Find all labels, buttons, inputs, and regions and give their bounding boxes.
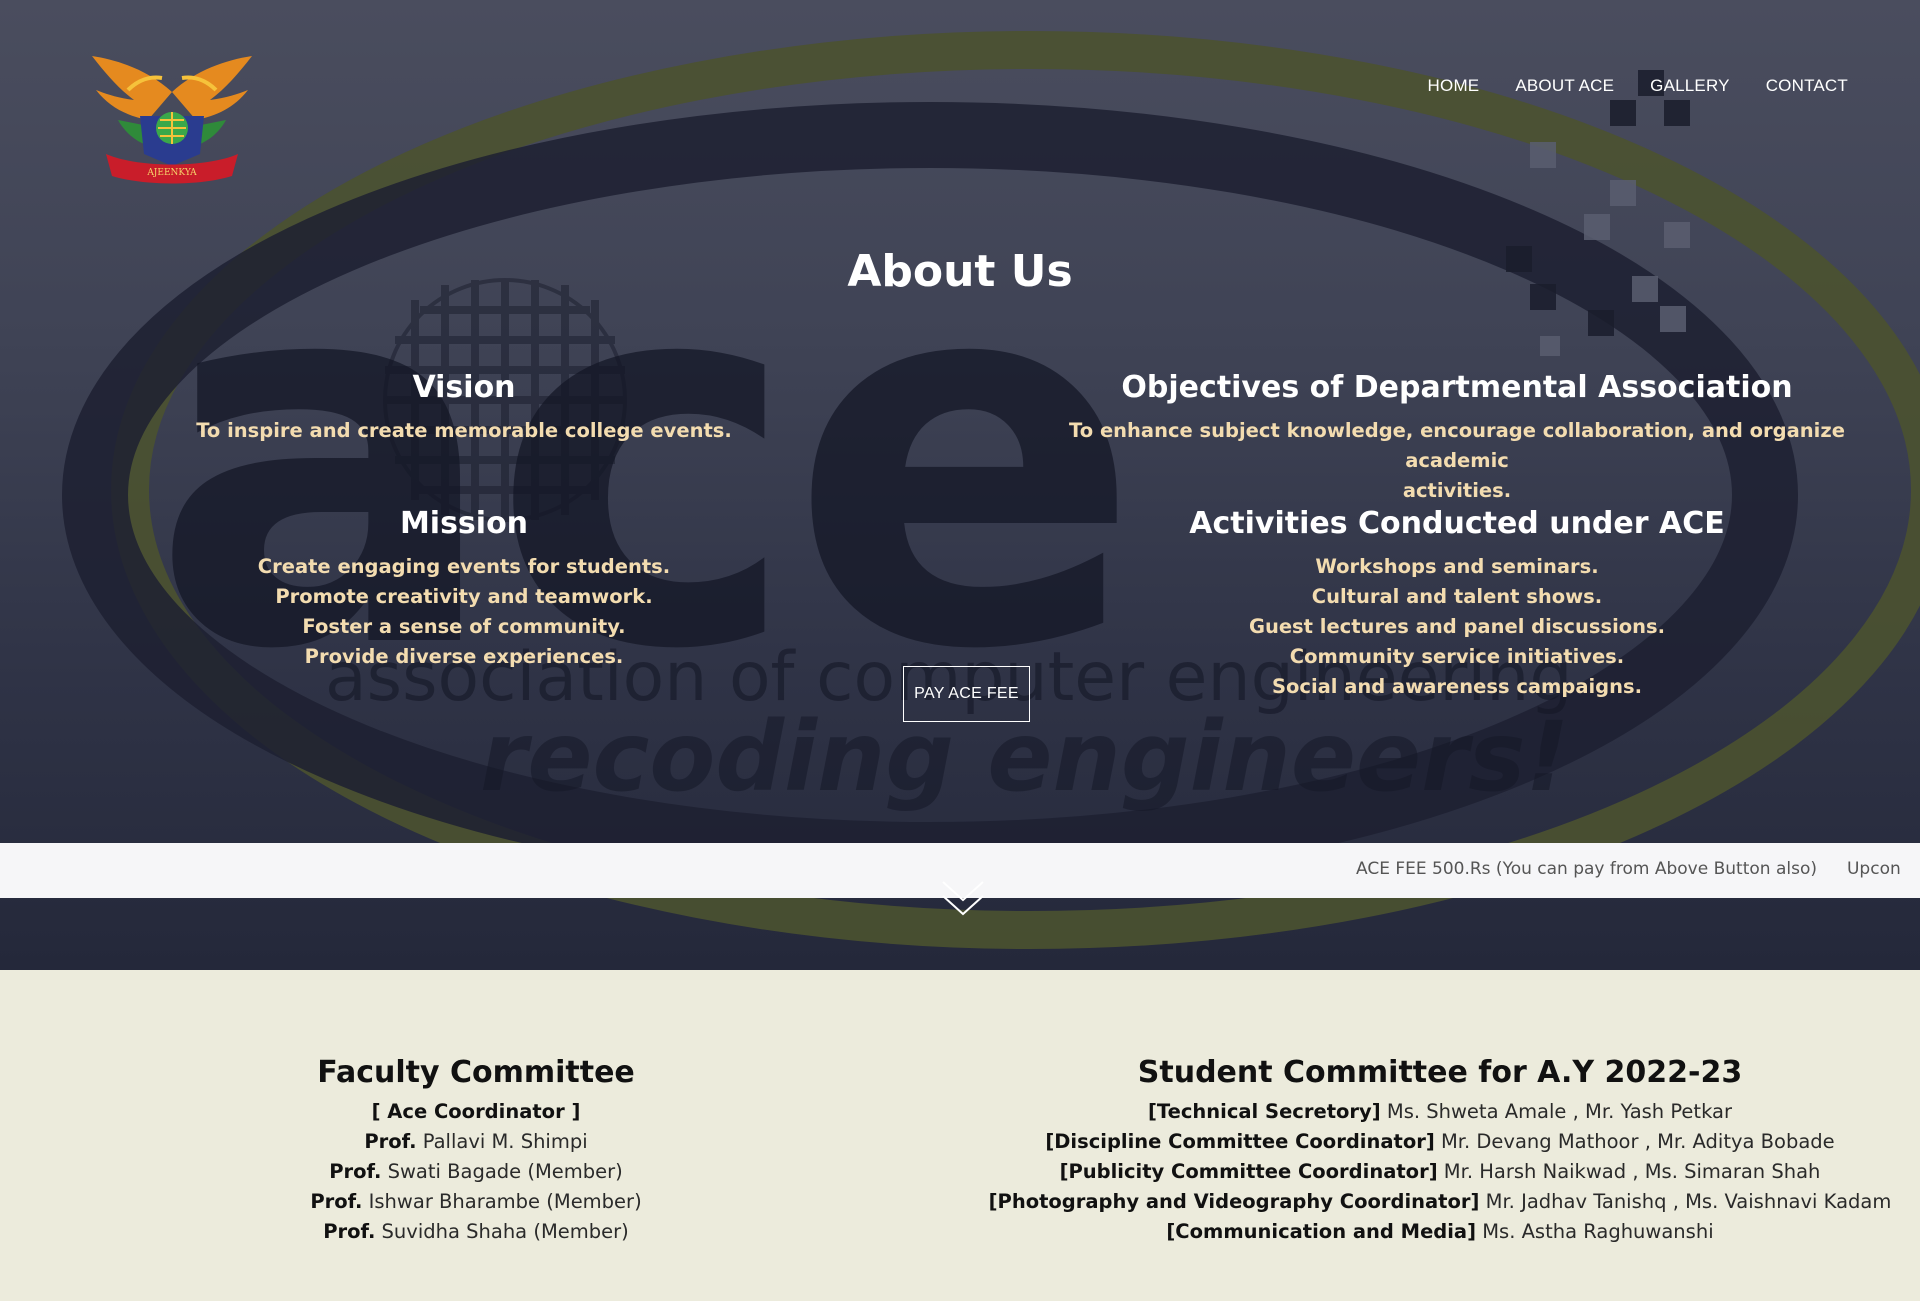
student-row: [Publicity Committee Coordinator] Mr. Ha… (1059, 1160, 1821, 1183)
mission-item: Create engaging events for students. (257, 555, 671, 578)
svg-text:AJEENKYA: AJEENKYA (146, 168, 197, 178)
activity-item: Social and awareness campaigns. (1271, 675, 1643, 698)
objectives-text: To enhance subject knowledge, encourage … (1069, 419, 1845, 472)
mission-block: Mission Create engaging events for stude… (152, 504, 776, 672)
activity-item: Community service initiatives. (1289, 645, 1625, 668)
nav-home[interactable]: HOME (1428, 76, 1480, 96)
nav-about-ace[interactable]: ABOUT ACE (1515, 76, 1614, 96)
pay-ace-fee-button[interactable]: PAY ACE FEE (903, 666, 1030, 722)
faculty-row: Prof. Suvidha Shaha (Member) (323, 1220, 629, 1243)
committees-section: Faculty Committee [ Ace Coordinator ] Pr… (0, 970, 1920, 1301)
faculty-heading: Faculty Committee (317, 1055, 635, 1090)
student-row: [Discipline Committee Coordinator] Mr. D… (1045, 1130, 1835, 1153)
vision-block: Vision To inspire and create memorable c… (152, 368, 776, 446)
activity-item: Workshops and seminars. (1315, 555, 1599, 578)
student-row: [Communication and Media] Ms. Astha Ragh… (1166, 1220, 1714, 1243)
scroll-down-chevron-icon[interactable] (940, 878, 986, 924)
student-row: [Photography and Videography Coordinator… (988, 1190, 1892, 1213)
ticker-item[interactable]: ACE FEE 500.Rs (You can pay from Above B… (1356, 859, 1817, 879)
mission-item: Foster a sense of community. (302, 615, 626, 638)
objectives-heading: Objectives of Departmental Association (1121, 370, 1793, 405)
nav-gallery[interactable]: GALLERY (1650, 76, 1730, 96)
main-nav: HOME ABOUT ACE GALLERY CONTACT (1428, 76, 1848, 96)
ticker-track: ACE FEE 500.Rs (You can pay from Above B… (1356, 859, 1901, 879)
student-row: [Technical Secretory] Ms. Shweta Amale ,… (1147, 1100, 1732, 1123)
mission-heading: Mission (399, 506, 529, 541)
objectives-block: Objectives of Departmental Association T… (1020, 368, 1894, 506)
page-title: About Us (847, 246, 1073, 297)
vision-heading: Vision (412, 370, 516, 405)
faculty-row: Prof. Pallavi M. Shimpi (364, 1130, 588, 1153)
ticker-item[interactable]: Upcon (1847, 859, 1901, 879)
faculty-committee: Faculty Committee [ Ace Coordinator ] Pr… (180, 1053, 772, 1247)
mission-item: Promote creativity and teamwork. (275, 585, 653, 608)
hero-section: ace association of computer engineering … (0, 0, 1920, 970)
activities-heading: Activities Conducted under ACE (1189, 506, 1725, 541)
student-heading: Student Committee for A.Y 2022-23 (1137, 1055, 1743, 1090)
nav-contact[interactable]: CONTACT (1766, 76, 1848, 96)
activity-item: Guest lectures and panel discussions. (1248, 615, 1666, 638)
activities-block: Activities Conducted under ACE Workshops… (1020, 504, 1894, 702)
activity-item: Cultural and talent shows. (1311, 585, 1603, 608)
faculty-row: Prof. Ishwar Bharambe (Member) (310, 1190, 642, 1213)
student-committee: Student Committee for A.Y 2022-23 [Techn… (960, 1053, 1920, 1247)
objectives-text: activities. (1402, 479, 1512, 502)
faculty-row: [ Ace Coordinator ] (371, 1100, 581, 1123)
college-logo[interactable]: AJEENKYA (88, 50, 256, 186)
mission-item: Provide diverse experiences. (304, 645, 624, 668)
vision-text: To inspire and create memorable college … (196, 419, 732, 442)
faculty-row: Prof. Swati Bagade (Member) (329, 1160, 623, 1183)
